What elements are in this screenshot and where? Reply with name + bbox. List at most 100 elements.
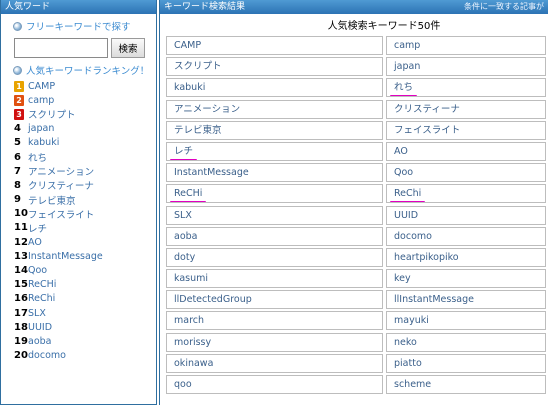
ranking-item[interactable]: 20 docomo [14, 349, 156, 363]
keyword-link[interactable]: piatto [386, 353, 546, 373]
rank-number: 18 [14, 321, 28, 333]
keyword-link[interactable]: key [386, 269, 546, 289]
ranking-link[interactable]: kabuki [28, 137, 59, 148]
keyword-results-panel: キーワード検索結果 条件に一致する記事が 人気検索キーワード50件 CAMP ca… [159, 0, 548, 405]
keyword-link[interactable]: kasumi [166, 269, 383, 289]
keyword-link[interactable]: InstantMessage [166, 163, 383, 183]
ranking-link[interactable]: スクリプト [28, 107, 76, 121]
keyword-link[interactable]: ReCHi [166, 184, 383, 204]
ranking-link[interactable]: AO [28, 237, 42, 248]
keyword-link[interactable]: ReChi [386, 184, 546, 204]
table-row: okinawa piatto [166, 353, 546, 374]
keyword-link[interactable]: Qoo [386, 163, 546, 183]
keyword-link[interactable]: scheme [386, 375, 546, 394]
keyword-link[interactable]: camp [386, 36, 546, 55]
ranking-item[interactable]: 14 Qoo [14, 263, 156, 277]
keyword-text: doty [174, 251, 196, 263]
keyword-link[interactable]: llInstantMessage [386, 290, 546, 310]
ranking-item[interactable]: 8 クリスティーナ [14, 178, 156, 193]
keyword-text: ReCHi [170, 188, 207, 203]
keyword-link[interactable]: れち [386, 78, 546, 98]
ranking-link[interactable]: camp [28, 95, 54, 106]
keyword-text: japan [394, 61, 421, 73]
ranking-link[interactable]: Qoo [28, 265, 47, 276]
keyword-link[interactable]: llDetectedGroup [166, 290, 383, 310]
ranking-item[interactable]: 1 CAMP [14, 79, 156, 93]
ranking-item[interactable]: 4 japan [14, 122, 156, 136]
ranking-link[interactable]: aoba [28, 336, 52, 347]
keyword-link[interactable]: kabuki [166, 78, 383, 98]
keyword-link[interactable]: スクリプト [166, 57, 383, 77]
ranking-link[interactable]: れち [28, 150, 47, 164]
keyword-text: llInstantMessage [394, 294, 474, 306]
table-row: アニメーション クリスティーナ [166, 99, 546, 120]
table-row: qoo scheme [166, 374, 546, 395]
ranking-link[interactable]: UUID [28, 322, 52, 333]
keyword-link[interactable]: okinawa [166, 353, 383, 373]
ranking-link[interactable]: docomo [28, 350, 66, 361]
rank-badge-icon: 2 [14, 94, 24, 106]
ranking-item[interactable]: 12 AO [14, 235, 156, 249]
ranking-link[interactable]: ReCHi [28, 279, 56, 290]
keyword-text: kasumi [174, 273, 209, 285]
ranking-link[interactable]: CAMP [28, 81, 55, 92]
keyword-text: InstantMessage [174, 167, 249, 179]
ranking-link[interactable]: InstantMessage [28, 251, 103, 262]
keyword-link[interactable]: アニメーション [166, 99, 383, 119]
ranking-link[interactable]: クリスティーナ [28, 178, 94, 192]
ranking-item[interactable]: 18 UUID [14, 320, 156, 334]
ranking-item[interactable]: 3 スクリプト [14, 107, 156, 121]
keyword-link[interactable]: qoo [166, 375, 383, 394]
ranking-link[interactable]: フェイスライト [28, 207, 94, 221]
keyword-link[interactable]: march [166, 311, 383, 331]
ranking-item[interactable]: 7 アニメーション [14, 164, 156, 179]
keyword-link[interactable]: japan [386, 57, 546, 77]
ranking-item[interactable]: 16 ReChi [14, 292, 156, 306]
ranking-link[interactable]: ReChi [28, 293, 55, 304]
ranking-item[interactable]: 17 SLX [14, 306, 156, 320]
keyword-link[interactable]: レチ [166, 141, 383, 161]
keyword-text: Qoo [394, 167, 414, 179]
ranking-link[interactable]: SLX [28, 308, 46, 319]
keyword-link[interactable]: SLX [166, 205, 383, 225]
ranking-item[interactable]: 15 ReCHi [14, 278, 156, 292]
keyword-text: スクリプト [174, 61, 222, 73]
keyword-link[interactable]: CAMP [166, 36, 383, 55]
keyword-text: クリスティーナ [394, 103, 460, 115]
rank-number: 12 [14, 236, 28, 248]
keyword-link[interactable]: テレビ東京 [166, 120, 383, 140]
keyword-link[interactable]: mayuki [386, 311, 546, 331]
ranking-item[interactable]: 10 フェイスライト [14, 207, 156, 221]
keyword-link[interactable]: UUID [386, 205, 546, 225]
keyword-link[interactable]: heartpikopiko [386, 247, 546, 267]
ranking-item[interactable]: 9 テレビ東京 [14, 193, 156, 207]
keyword-link[interactable]: AO [386, 141, 546, 161]
rank-number: 6 [14, 151, 21, 163]
search-input[interactable] [14, 38, 108, 58]
keyword-link[interactable]: クリスティーナ [386, 99, 546, 119]
rank-number: 19 [14, 335, 28, 347]
table-row: morissy neko [166, 332, 546, 353]
ranking-link[interactable]: japan [28, 123, 54, 134]
search-button[interactable]: 検索 [111, 38, 145, 58]
ranking-item[interactable]: 5 kabuki [14, 136, 156, 150]
ranking-item[interactable]: 19 aoba [14, 334, 156, 348]
ranking-item[interactable]: 11 レチ [14, 221, 156, 235]
ranking-link[interactable]: アニメーション [28, 164, 94, 178]
ranking-item[interactable]: 6 れち [14, 150, 156, 165]
highlight-underline [390, 201, 426, 203]
ranking-item[interactable]: 13 InstantMessage [14, 249, 156, 263]
ranking-link[interactable]: テレビ東京 [28, 193, 76, 207]
keyword-link[interactable]: docomo [386, 226, 546, 246]
free-keyword-label: フリーキーワードで探す [26, 22, 131, 33]
keyword-link[interactable]: フェイスライト [386, 120, 546, 140]
rank-number: 11 [14, 222, 28, 234]
keyword-text: okinawa [174, 357, 214, 369]
keyword-link[interactable]: aoba [166, 226, 383, 246]
ranking-link[interactable]: レチ [28, 221, 47, 235]
keyword-link[interactable]: neko [386, 332, 546, 352]
ranking-item[interactable]: 2 camp [14, 93, 156, 107]
keyword-link[interactable]: doty [166, 247, 383, 267]
keyword-link[interactable]: morissy [166, 332, 383, 352]
keyword-text: qoo [174, 379, 192, 390]
